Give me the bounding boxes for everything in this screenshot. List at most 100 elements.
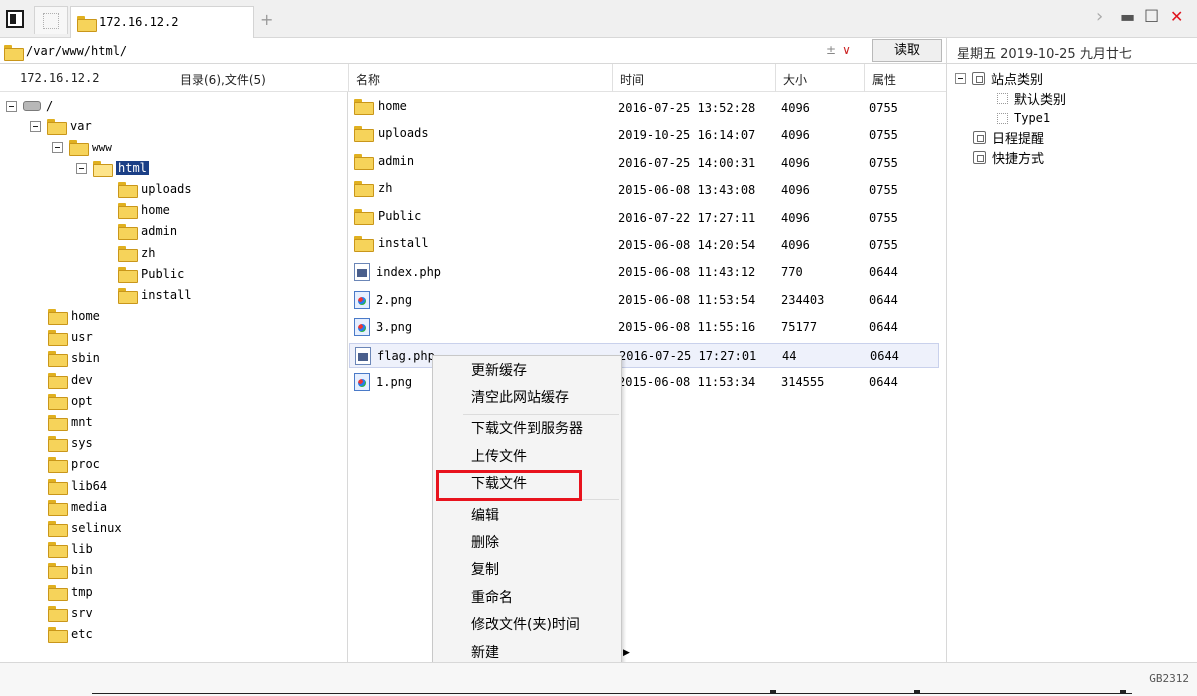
- shortcut-icon: [973, 150, 986, 164]
- menu-item[interactable]: 新建: [471, 642, 499, 664]
- collapse-icon[interactable]: [76, 162, 87, 174]
- file-size: 75177: [781, 320, 818, 335]
- tree-node-var[interactable]: var: [30, 116, 92, 136]
- menu-item[interactable]: 删除: [471, 532, 499, 554]
- table-row[interactable]: Public 2016-07-22 17:27:11 4096 0755: [349, 206, 939, 231]
- tab-active[interactable]: 172.16.12.2: [70, 6, 254, 38]
- chevron-down-icon[interactable]: ∨: [842, 43, 851, 57]
- col-time-header[interactable]: 时间: [620, 71, 644, 88]
- menu-item[interactable]: 上传文件: [471, 446, 527, 468]
- menu-item[interactable]: 清空此网站缓存: [471, 387, 569, 409]
- menu-item[interactable]: 更新缓存: [471, 360, 527, 382]
- tab-inactive[interactable]: [34, 6, 68, 34]
- drive-icon: [23, 101, 41, 111]
- tree-node-root[interactable]: /: [6, 96, 53, 116]
- tree-node-mnt[interactable]: mnt: [48, 412, 93, 432]
- table-row[interactable]: 3.png 2015-06-08 11:55:16 75177 0644: [349, 315, 939, 340]
- new-tab-button[interactable]: +: [260, 10, 273, 29]
- collapse-icon[interactable]: [30, 120, 41, 132]
- close-button[interactable]: ✕: [1170, 7, 1183, 27]
- tree-node-tmp[interactable]: tmp: [48, 582, 93, 602]
- collapse-icon[interactable]: [52, 141, 63, 153]
- open-folder-icon: [93, 161, 113, 177]
- folder-icon: [48, 309, 68, 325]
- tree-node-home[interactable]: home: [48, 306, 100, 326]
- tree-node-home[interactable]: home: [118, 200, 170, 220]
- col-attr-header[interactable]: 属性: [872, 71, 896, 88]
- table-row[interactable]: install 2015-06-08 14:20:54 4096 0755: [349, 233, 939, 258]
- dir-summary: 目录(6),文件(5): [180, 73, 266, 87]
- tree-node-install[interactable]: install: [118, 285, 192, 305]
- host-label: 172.16.12.2: [20, 71, 100, 85]
- tree-node-etc[interactable]: etc: [48, 624, 93, 644]
- category-icon: [972, 71, 985, 85]
- file-attr: 0644: [869, 375, 898, 389]
- col-size-header[interactable]: 大小: [783, 71, 807, 88]
- shortcut-node[interactable]: 快捷方式: [973, 147, 1044, 167]
- php-file-icon: [354, 263, 370, 282]
- menu-item[interactable]: 复制: [471, 559, 499, 581]
- tree-node-dev[interactable]: dev: [48, 370, 93, 390]
- menu-item[interactable]: 编辑: [471, 505, 499, 527]
- col-name-header[interactable]: 名称: [356, 71, 380, 88]
- table-row[interactable]: uploads 2019-10-25 16:14:07 4096 0755: [349, 123, 939, 148]
- file-name: zh: [378, 181, 393, 196]
- tree-node-www[interactable]: www: [52, 137, 112, 157]
- minimize-button[interactable]: ▬: [1120, 7, 1135, 27]
- collapse-icon[interactable]: [6, 100, 17, 112]
- tree-node-proc[interactable]: proc: [48, 454, 100, 474]
- tree-node-sys[interactable]: sys: [48, 433, 93, 453]
- divider: [775, 64, 776, 92]
- tree-node-lib[interactable]: lib: [48, 539, 93, 559]
- tree-node-opt[interactable]: opt: [48, 391, 93, 411]
- divider: [463, 414, 619, 415]
- tree-node-uploads[interactable]: uploads: [118, 179, 192, 199]
- tree-node-sbin[interactable]: sbin: [48, 348, 100, 368]
- table-row[interactable]: 2.png 2015-06-08 11:53:54 234403 0644: [349, 288, 939, 313]
- read-button[interactable]: 读取: [872, 39, 942, 62]
- menu-item[interactable]: 下载文件到服务器: [471, 418, 583, 440]
- tree-node-html[interactable]: html: [76, 158, 149, 178]
- file-time: 2016-07-25 13:52:28: [618, 101, 756, 115]
- tree-node-media[interactable]: media: [48, 497, 107, 517]
- tree-node-public[interactable]: Public: [118, 264, 184, 284]
- app-logo-icon[interactable]: [6, 10, 24, 28]
- tree-label: admin: [141, 224, 178, 239]
- menu-item[interactable]: 重命名: [471, 587, 513, 609]
- menu-item[interactable]: 修改文件(夹)时间: [471, 614, 580, 636]
- tree-node-bin[interactable]: bin: [48, 560, 93, 580]
- table-row[interactable]: admin 2016-07-25 14:00:31 4096 0755: [349, 151, 939, 176]
- node-label: 默认类别: [1014, 92, 1067, 108]
- table-row[interactable]: zh 2015-06-08 13:43:08 4096 0755: [349, 178, 939, 203]
- folder-icon: [354, 126, 374, 143]
- path-tools[interactable]: ± ∨: [826, 43, 851, 57]
- type1-node[interactable]: Type1: [997, 108, 1050, 128]
- maximize-button[interactable]: ☐: [1144, 7, 1159, 27]
- tree-label: tmp: [71, 584, 93, 599]
- plus-minus-icon[interactable]: ±: [826, 43, 836, 57]
- folder-icon: [48, 584, 68, 601]
- schedule-node[interactable]: 日程提醒: [973, 127, 1044, 147]
- file-attr: 0755: [869, 101, 898, 115]
- default-category-node[interactable]: 默认类别: [997, 88, 1066, 108]
- tree-node-usr[interactable]: usr: [48, 327, 93, 347]
- tree-node-admin[interactable]: admin: [118, 221, 177, 241]
- site-category-node[interactable]: 站点类别: [955, 68, 1043, 88]
- tree-node-lib64[interactable]: lib64: [48, 476, 107, 496]
- tree-node-zh[interactable]: zh: [118, 243, 155, 263]
- chevron-right-icon[interactable]: ›: [1096, 7, 1103, 27]
- file-time: 2015-06-08 13:43:08: [618, 183, 756, 198]
- tree-node-selinux[interactable]: selinux: [48, 518, 122, 538]
- tree-node-srv[interactable]: srv: [48, 603, 93, 623]
- file-size: 4096: [781, 128, 810, 143]
- folder-icon: [354, 236, 374, 252]
- table-row[interactable]: index.php 2015-06-08 11:43:12 770 0644: [349, 260, 939, 285]
- collapse-icon[interactable]: [955, 72, 966, 84]
- table-row[interactable]: home 2016-07-25 13:52:28 4096 0755: [349, 96, 939, 121]
- divider: [348, 64, 349, 92]
- file-name: admin: [378, 153, 415, 168]
- file-time: 2015-06-08 11:55:16: [618, 320, 756, 335]
- path-input[interactable]: /var/www/html/: [26, 44, 127, 58]
- directory-tree: / var www html uploads home admin zh Public i…: [0, 92, 348, 662]
- file-name: 3.png: [376, 320, 413, 335]
